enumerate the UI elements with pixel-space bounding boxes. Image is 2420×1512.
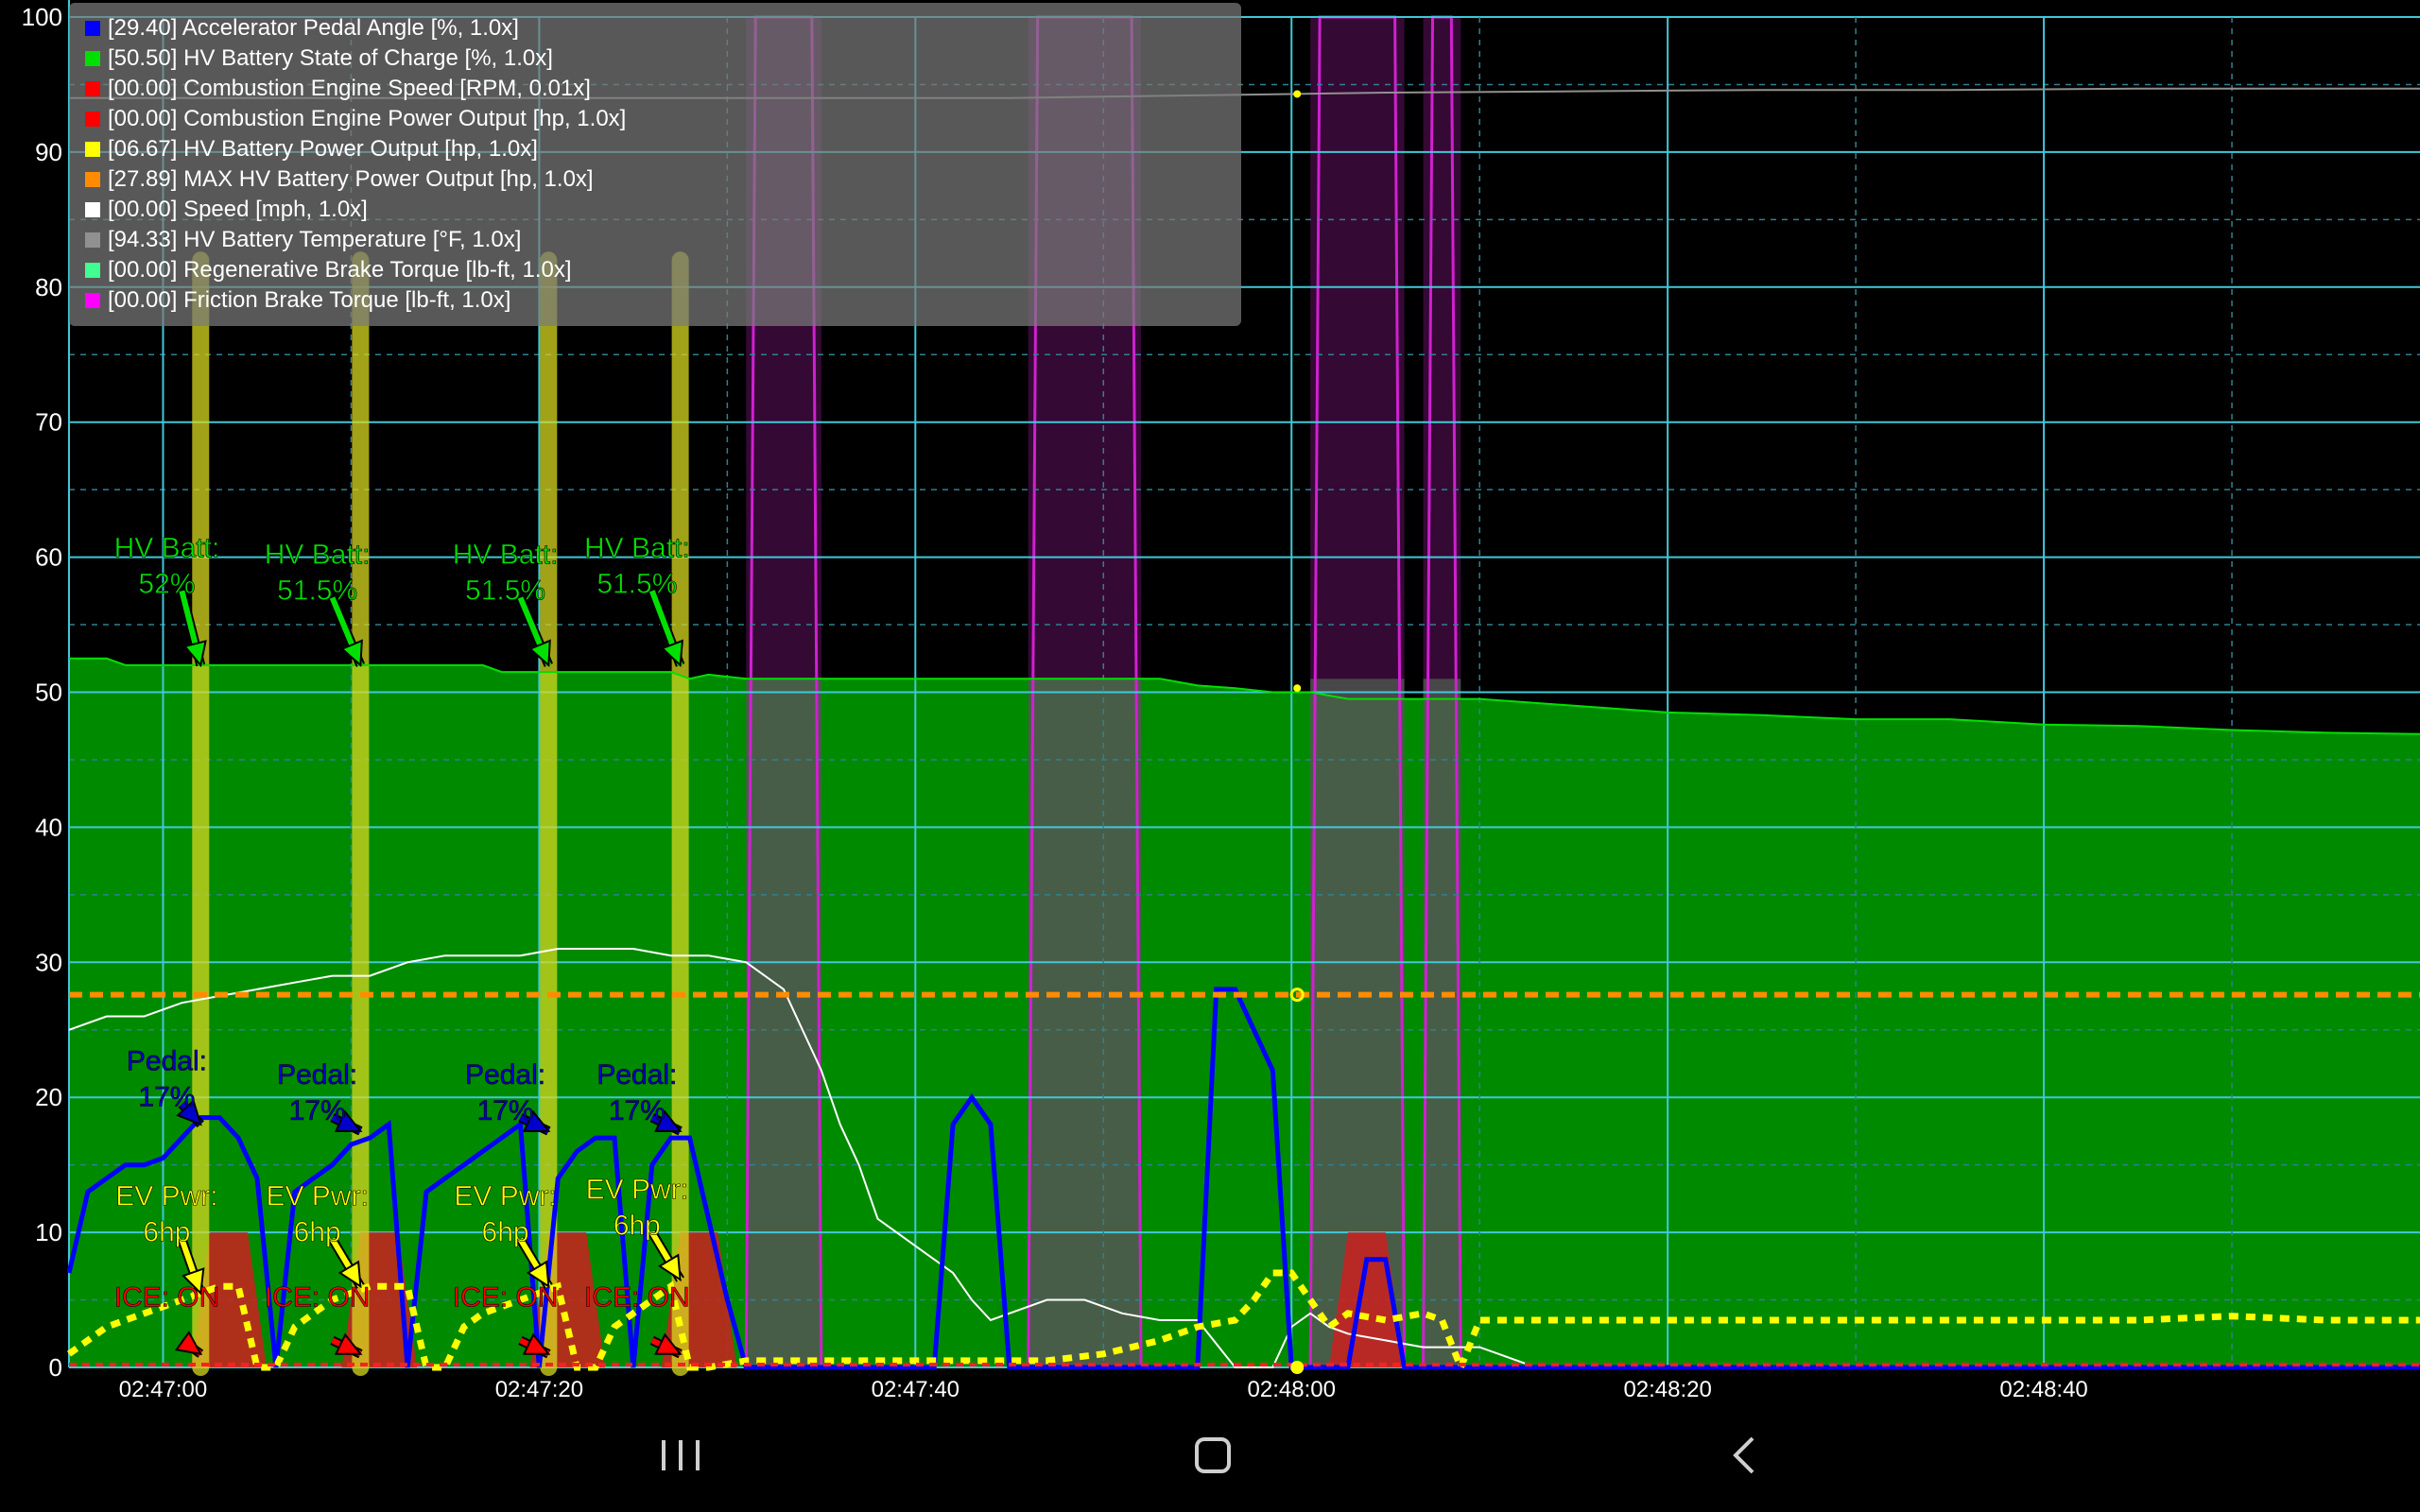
cursor-dot bbox=[1290, 1361, 1305, 1374]
annotation-label: EV Pwr: bbox=[586, 1174, 688, 1205]
friction-window-bottom-0 bbox=[746, 679, 821, 1367]
legend-item-label: [00.00] Friction Brake Torque [lb-ft, 1.… bbox=[108, 287, 510, 313]
home-button[interactable] bbox=[1156, 1399, 1270, 1512]
annotation-label: HV Batt: bbox=[453, 540, 559, 571]
y-tick-label: 0 bbox=[49, 1353, 62, 1382]
legend-swatch bbox=[85, 263, 100, 278]
legend-swatch bbox=[85, 293, 100, 308]
annotation-label: ICE: ON bbox=[584, 1282, 690, 1314]
legend-item-label: [50.50] HV Battery State of Charge [%, 1… bbox=[108, 45, 553, 71]
annotation-label: Pedal: bbox=[127, 1046, 207, 1077]
annotation-4: Pedal: 17% bbox=[127, 1045, 207, 1128]
annotation-value: 6hp bbox=[614, 1210, 661, 1241]
cursor-dot bbox=[1293, 90, 1302, 98]
annotation-value: 6hp bbox=[294, 1217, 341, 1248]
annotation-label: Pedal: bbox=[596, 1059, 677, 1091]
legend-item-label: [00.00] Speed [mph, 1.0x] bbox=[108, 197, 368, 222]
y-tick-label: 80 bbox=[35, 273, 62, 301]
legend-item-label: [00.00] Combustion Engine Power Output [… bbox=[108, 106, 626, 131]
annotation-label: EV Pwr: bbox=[266, 1181, 368, 1212]
y-tick-label: 30 bbox=[35, 948, 62, 976]
legend-swatch bbox=[85, 21, 100, 36]
annotation-value: 17% bbox=[289, 1095, 346, 1126]
legend-item-label: [00.00] Regenerative Brake Torque [lb-ft… bbox=[108, 257, 572, 283]
legend-item-label: [27.89] MAX HV Battery Power Output [hp,… bbox=[108, 166, 594, 192]
annotation-value: 6hp bbox=[143, 1217, 190, 1248]
recent-apps-button[interactable] bbox=[624, 1399, 737, 1512]
x-tick-label: 02:47:40 bbox=[872, 1377, 959, 1399]
legend-item-label: [06.67] HV Battery Power Output [hp, 1.0… bbox=[108, 136, 538, 162]
annotation-label: Pedal: bbox=[277, 1059, 357, 1091]
legend-swatch bbox=[85, 172, 100, 187]
legend-item-label: [00.00] Combustion Engine Speed [RPM, 0.… bbox=[108, 76, 591, 101]
annotation-label: HV Batt: bbox=[584, 533, 690, 564]
annotation-label: HV Batt: bbox=[265, 540, 371, 571]
annotation-label: HV Batt: bbox=[114, 533, 220, 564]
y-tick-label: 100 bbox=[22, 3, 62, 31]
legend-swatch bbox=[85, 202, 100, 217]
home-icon bbox=[1195, 1437, 1231, 1473]
legend: [29.40] Accelerator Pedal Angle [%, 1.0x… bbox=[69, 3, 1241, 326]
annotation-value: 6hp bbox=[482, 1217, 529, 1248]
y-tick-label: 60 bbox=[35, 543, 62, 572]
annotation-1: HV Batt: 51.5% bbox=[264, 539, 371, 668]
annotation-value: 51.5% bbox=[465, 576, 545, 607]
back-icon bbox=[1733, 1436, 1754, 1474]
annotation-arrowhead bbox=[340, 639, 363, 668]
friction-window-top-2 bbox=[1310, 17, 1405, 679]
y-tick-label: 40 bbox=[35, 813, 62, 841]
cursor-dot bbox=[1293, 684, 1302, 693]
annotation-value: 17% bbox=[477, 1095, 534, 1126]
y-tick-label: 90 bbox=[35, 138, 62, 166]
navigation-bar bbox=[0, 1399, 2420, 1512]
legend-swatch bbox=[85, 81, 100, 96]
y-tick-label: 50 bbox=[35, 679, 62, 707]
annotation-value: 52% bbox=[138, 569, 195, 600]
annotation-label: EV Pwr: bbox=[115, 1181, 217, 1212]
back-button[interactable] bbox=[1688, 1399, 1802, 1512]
legend-swatch bbox=[85, 142, 100, 157]
annotation-value: 51.5% bbox=[277, 576, 357, 607]
annotation-value: 17% bbox=[609, 1095, 666, 1126]
x-tick-label: 02:48:00 bbox=[1248, 1377, 1336, 1399]
annotation-label: EV Pwr: bbox=[454, 1181, 556, 1212]
legend-swatch bbox=[85, 232, 100, 248]
annotation-label: Pedal: bbox=[465, 1059, 545, 1091]
legend-item-label: [29.40] Accelerator Pedal Angle [%, 1.0x… bbox=[108, 15, 519, 41]
annotation-label: ICE: ON bbox=[114, 1282, 220, 1314]
legend-swatch bbox=[85, 51, 100, 66]
annotation-2: HV Batt: 51.5% bbox=[452, 539, 559, 668]
y-tick-label: 70 bbox=[35, 408, 62, 437]
friction-window-bottom-3 bbox=[1423, 679, 1461, 1367]
x-tick-label: 02:48:40 bbox=[1999, 1377, 2087, 1399]
y-tick-label: 10 bbox=[35, 1218, 62, 1246]
x-tick-label: 02:48:20 bbox=[1623, 1377, 1711, 1399]
y-tick-label: 20 bbox=[35, 1083, 62, 1111]
x-tick-label: 02:47:20 bbox=[495, 1377, 583, 1399]
annotation-value: 51.5% bbox=[596, 569, 677, 600]
annotation-label: ICE: ON bbox=[453, 1282, 559, 1314]
recent-apps-icon bbox=[662, 1440, 700, 1470]
x-tick-label: 02:47:00 bbox=[119, 1377, 207, 1399]
annotation-label: ICE: ON bbox=[265, 1282, 371, 1314]
annotation-3: HV Batt: 51.5% bbox=[584, 532, 690, 668]
friction-window-bottom-1 bbox=[1028, 679, 1142, 1367]
legend-swatch bbox=[85, 112, 100, 127]
legend-item-label: [94.33] HV Battery Temperature [°F, 1.0x… bbox=[108, 227, 521, 252]
annotation-value: 17% bbox=[138, 1082, 195, 1113]
chart-area[interactable]: 0 10 20 30 40 50 60 70 80 90 100 02:47:00 02:47:20 02… bbox=[0, 0, 2420, 1399]
